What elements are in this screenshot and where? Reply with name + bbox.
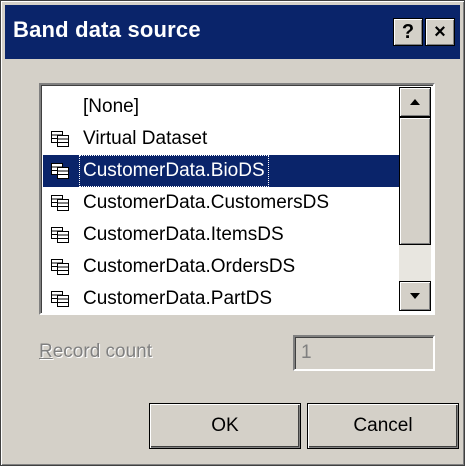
datasource-listbox[interactable]: [None] Virtual Dataset CustomerData.BioD… [39,83,435,315]
record-count-label-text: ecord count [52,341,153,362]
dataset-icon [51,163,69,179]
list-item-label: CustomerData.BioDS [79,155,269,187]
list-item-customerdata-itemsds[interactable]: CustomerData.ItemsDS [43,219,401,251]
dataset-icon [51,291,69,307]
list-item-label: CustomerData.OrdersDS [83,256,296,277]
close-button[interactable]: × [425,18,455,46]
list-item-label: CustomerData.ItemsDS [83,224,284,245]
list-item-label: [None] [83,96,139,117]
dialog-title: Band data source [13,17,201,42]
record-count-mnemonic: R [39,341,53,362]
arrow-up-icon [410,99,420,105]
record-count-input: 1 [293,335,435,371]
list-item-customerdata-biods[interactable]: CustomerData.BioDS [43,155,401,187]
list-item-customerdata-customersds[interactable]: CustomerData.CustomersDS [43,187,401,219]
close-icon: × [434,21,446,43]
list-item-customerdata-partds[interactable]: CustomerData.PartDS [43,283,401,313]
list-item-virtual-dataset[interactable]: Virtual Dataset [43,123,401,155]
dataset-icon [51,131,69,147]
cancel-button[interactable]: Cancel [307,403,459,449]
list-item-label: CustomerData.CustomersDS [83,192,330,213]
scroll-thumb[interactable] [399,117,431,245]
list-item-label: Virtual Dataset [83,128,208,149]
scroll-up-button[interactable] [399,87,431,117]
arrow-down-icon [410,293,420,299]
help-button[interactable]: ? [393,18,423,46]
scroll-down-button[interactable] [399,281,431,311]
list-item-none[interactable]: [None] [43,91,401,123]
title-bar[interactable]: Band data source ? × [5,5,460,59]
band-data-source-dialog: Band data source ? × [None] Virtual Data… [0,0,465,466]
vertical-scrollbar[interactable] [399,87,431,311]
list-item-customerdata-ordersds[interactable]: CustomerData.OrdersDS [43,251,401,283]
list-item-label: CustomerData.PartDS [83,288,273,309]
record-count-label: Record count [39,341,152,363]
dataset-icon [51,195,69,211]
dataset-icon [51,227,69,243]
ok-button[interactable]: OK [149,403,301,449]
help-icon: ? [401,21,415,43]
dataset-icon [51,259,69,275]
